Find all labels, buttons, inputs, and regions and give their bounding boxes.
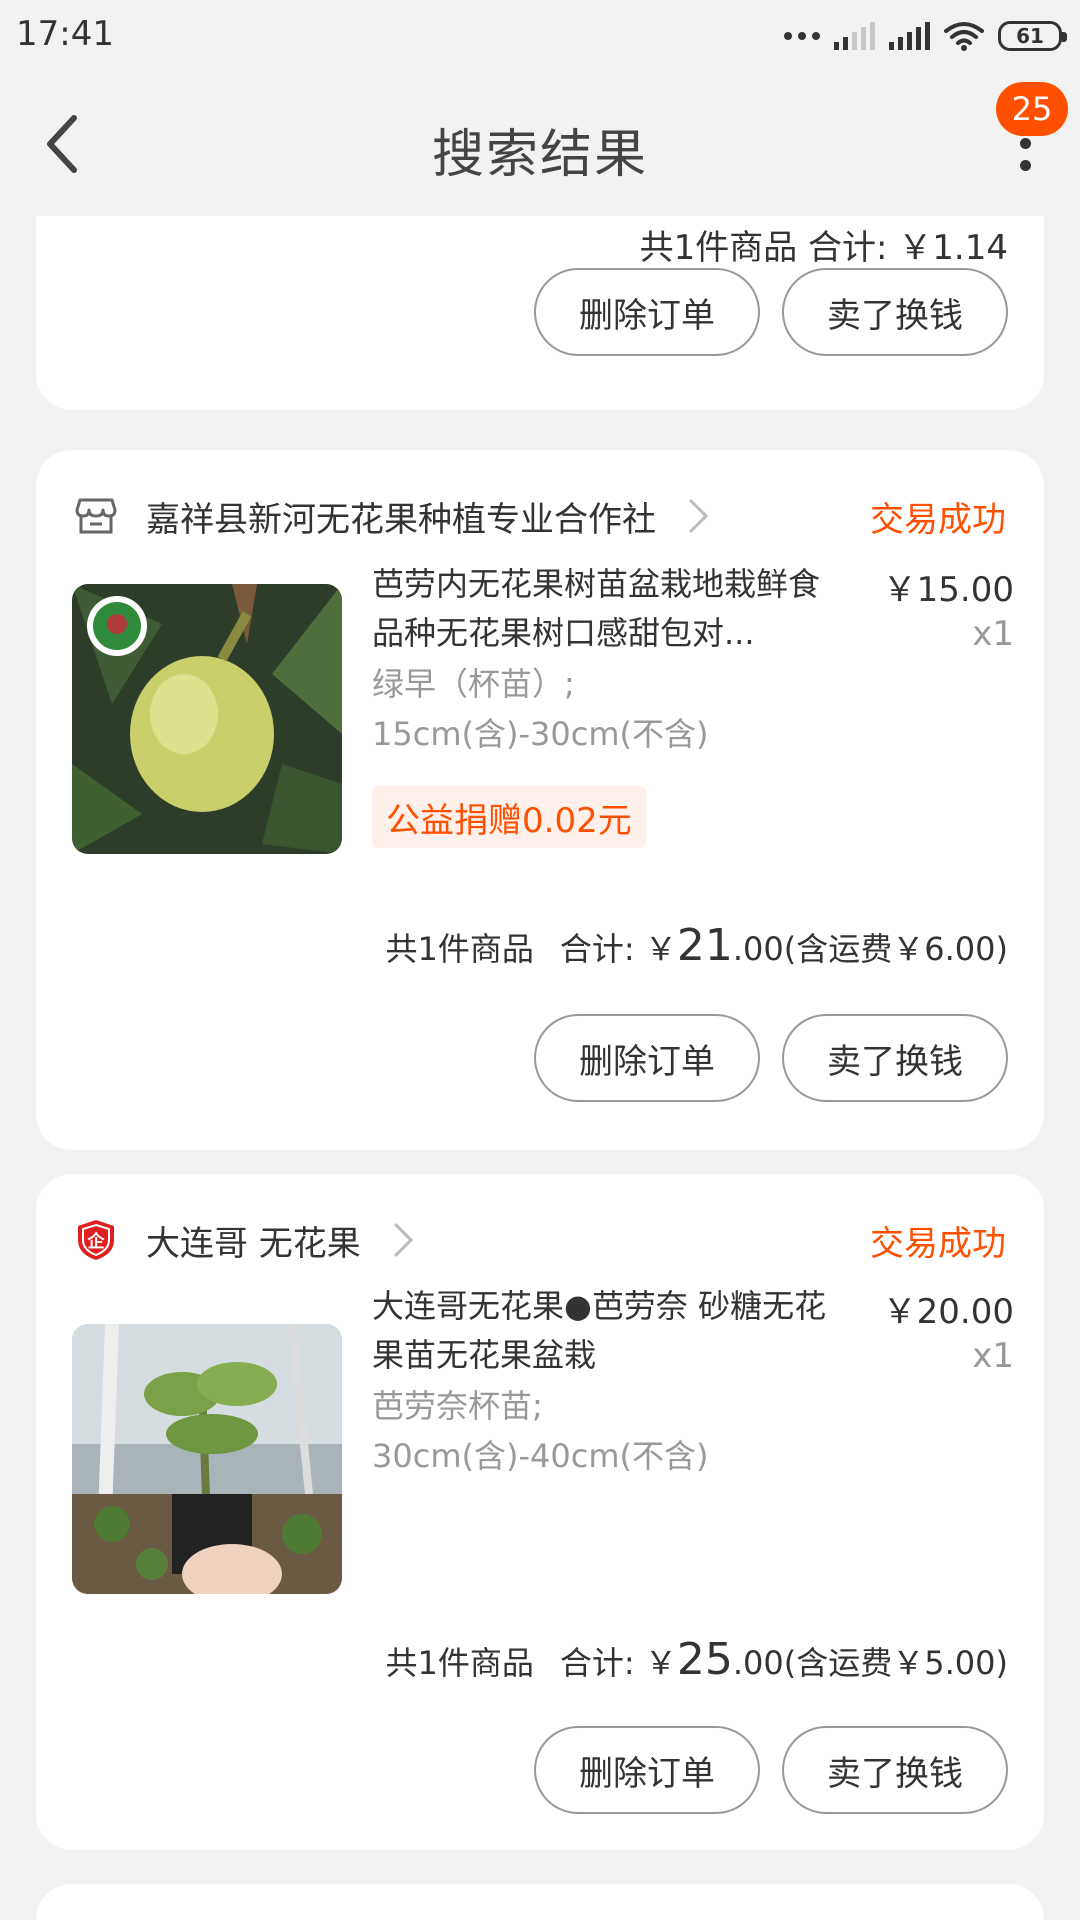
order-summary: 共1件商品 合计: ￥ 25 .00 (含运费￥5.00): [386, 1634, 1008, 1685]
nav-bar: 搜索结果 25: [0, 72, 1080, 216]
item-count: 共1件商品: [385, 1644, 534, 1682]
delete-order-button[interactable]: 删除订单: [534, 268, 760, 356]
total-label: 合计: ￥: [559, 930, 677, 968]
product-title[interactable]: 芭劳内无花果树苗盆栽地栽鲜食品种无花果树口感甜包对...: [372, 560, 842, 658]
message-count-badge: 25: [996, 82, 1068, 136]
battery-level: 61: [1016, 24, 1044, 48]
order-status: 交易成功: [870, 500, 1006, 540]
page-title: 搜索结果: [431, 125, 648, 185]
charity-donation-tag: 公益捐赠0.02元: [372, 786, 646, 848]
shop-name[interactable]: 大连哥 无花果: [146, 1216, 361, 1265]
shop-row[interactable]: 嘉祥县新河无花果种植专业合作社 交易成功: [74, 486, 1006, 546]
sell-for-cash-button[interactable]: 卖了换钱: [782, 268, 1008, 356]
battery-icon: 61: [998, 21, 1067, 51]
shipping-fee: (含运费￥6.00): [783, 930, 1008, 968]
chevron-right-icon: [688, 498, 709, 534]
total-integer: 25: [676, 1634, 733, 1685]
order-list[interactable]: 共1件商品 合计: ￥1.14 删除订单 卖了换钱 嘉祥县新河无花果种植专业合作…: [0, 216, 1080, 1920]
svg-text:企: 企: [87, 1231, 106, 1252]
order-summary: 共1件商品 合计: ￥ 21 .00 (含运费￥6.00): [386, 920, 1008, 971]
delete-order-button[interactable]: 删除订单: [534, 1726, 760, 1814]
total-integer: 21: [676, 920, 733, 971]
order-summary: 共1件商品 合计: ￥1.14: [639, 228, 1008, 268]
total-label: 合计: ￥: [559, 1644, 677, 1682]
wifi-icon: [944, 22, 984, 51]
chevron-right-icon: [393, 1222, 413, 1258]
fig-fruit-image: [72, 584, 342, 854]
item-count: 共1件商品: [385, 930, 534, 968]
product-sku-line: 芭劳奈杯苗;: [372, 1387, 543, 1425]
total-decimal: .00: [732, 1644, 784, 1682]
store-icon: [75, 498, 117, 534]
product-sku-line: 30cm(含)-40cm(不含): [372, 1437, 709, 1475]
product-sku-line: 15cm(含)-30cm(不含): [372, 715, 709, 753]
delete-order-button[interactable]: 删除订单: [534, 1014, 760, 1102]
more-notifications-icon: [784, 32, 820, 40]
order-status: 交易成功: [870, 1224, 1006, 1264]
sell-for-cash-button[interactable]: 卖了换钱: [782, 1726, 1008, 1814]
order-card: 嘉祥县新河无花果种植专业合作社 交易成功 芭劳内无花果树苗盆栽地栽鲜食品种无花果…: [36, 450, 1044, 1150]
order-card: 企 大连哥 无花果 交易成功 大连哥无花果●芭劳奈 砂糖无花果苗无花果盆栽 ￥2…: [36, 1174, 1044, 1850]
total-decimal: .00: [732, 930, 784, 968]
more-dot-icon: [1020, 138, 1031, 149]
enterprise-shield-icon: 企: [78, 1220, 114, 1260]
product-title[interactable]: 大连哥无花果●芭劳奈 砂糖无花果苗无花果盆栽: [372, 1282, 842, 1380]
status-time: 17:41: [16, 14, 114, 54]
shipping-fee: (含运费￥5.00): [783, 1644, 1008, 1682]
product-thumbnail[interactable]: [72, 1324, 342, 1594]
more-dot-icon: [1020, 160, 1031, 171]
signal-sim2-icon: [889, 22, 930, 50]
product-sku-line: 绿早（杯苗）;: [372, 665, 575, 703]
order-card: [36, 1884, 1044, 1920]
product-quantity: x1: [972, 614, 1014, 654]
product-price: ￥15.00: [882, 570, 1014, 610]
signal-sim1-icon: [834, 22, 875, 50]
product-thumbnail[interactable]: [72, 584, 342, 854]
product-price: ￥20.00: [882, 1292, 1014, 1332]
product-quantity: x1: [972, 1336, 1014, 1376]
sell-for-cash-button[interactable]: 卖了换钱: [782, 1014, 1008, 1102]
shop-name[interactable]: 嘉祥县新河无花果种植专业合作社: [146, 492, 656, 541]
status-bar: 17:41 61: [0, 0, 1080, 72]
status-icons: 61: [784, 18, 1067, 54]
order-card: 共1件商品 合计: ￥1.14 删除订单 卖了换钱: [36, 216, 1044, 410]
fig-seedling-image: [72, 1324, 342, 1594]
shop-row[interactable]: 企 大连哥 无花果 交易成功: [74, 1210, 1006, 1270]
